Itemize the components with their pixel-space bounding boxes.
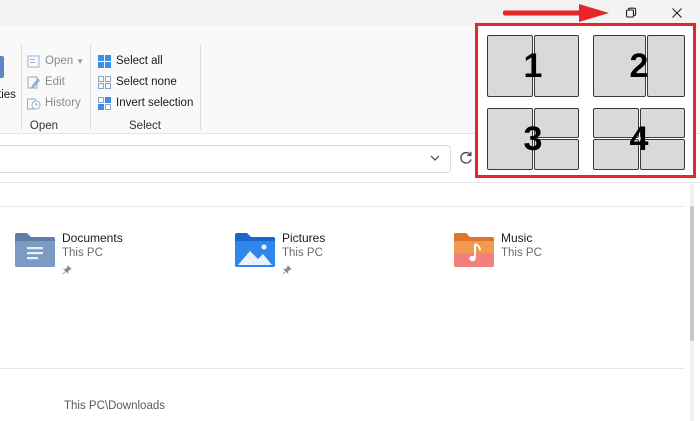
snap-zone[interactable] — [593, 35, 646, 97]
select-group-label: Select — [129, 120, 161, 132]
history-button[interactable]: History — [26, 94, 81, 112]
chevron-down-icon[interactable] — [428, 151, 442, 165]
snap-zone[interactable] — [534, 108, 579, 138]
snap-zone[interactable] — [593, 108, 639, 138]
refresh-icon[interactable] — [457, 149, 475, 167]
snap-layout-1[interactable]: 1 — [487, 35, 579, 97]
snap-zone[interactable] — [487, 35, 533, 97]
snap-zone[interactable] — [487, 108, 533, 170]
select-none-icon — [97, 75, 112, 90]
select-none-label: Select none — [116, 76, 177, 88]
item-name: Music — [501, 231, 533, 245]
documents-folder-icon — [15, 233, 55, 267]
properties-icon-partial — [0, 56, 4, 78]
snap-zone[interactable] — [534, 35, 579, 97]
ribbon-group-properties: ties — [0, 26, 20, 134]
scrollbar-thumb[interactable] — [690, 206, 694, 341]
pictures-folder-icon — [235, 233, 275, 267]
properties-button-label[interactable]: ties — [0, 86, 16, 104]
item-location: This PC — [501, 247, 542, 259]
snap-layout-2[interactable]: 2 — [593, 35, 685, 97]
open-icon — [26, 54, 41, 69]
pin-icon — [282, 265, 292, 275]
ribbon-separator — [90, 44, 91, 130]
close-icon — [672, 8, 682, 18]
history-button-label: History — [45, 97, 81, 109]
snap-layout-4[interactable]: 4 — [593, 108, 685, 170]
chevron-down-icon: ▼ — [76, 56, 85, 66]
invert-selection-label: Invert selection — [116, 97, 194, 109]
item-name: Documents — [62, 231, 123, 245]
music-folder-icon — [454, 233, 494, 267]
annotation-arrow-icon — [503, 4, 609, 22]
snap-zone[interactable] — [640, 108, 685, 138]
section-divider — [0, 368, 684, 369]
snap-layouts-flyout: 1 2 3 4 — [475, 23, 696, 178]
ribbon-group-open: Open ▼ Edit History Open — [22, 26, 90, 134]
ribbon-separator — [200, 44, 201, 130]
select-all-button[interactable]: Select all — [97, 52, 163, 70]
restore-icon — [625, 7, 637, 18]
item-location: This PC — [62, 247, 103, 259]
snap-layout-3[interactable]: 3 — [487, 108, 579, 170]
pin-icon — [62, 265, 72, 275]
content-pane: Documents This PC Pictures This PC Music — [0, 184, 700, 421]
edit-button-label: Edit — [45, 76, 65, 88]
snap-zone[interactable] — [640, 139, 685, 170]
snap-zone[interactable] — [647, 35, 685, 97]
item-location: This PC — [282, 247, 323, 259]
edit-icon — [26, 75, 41, 90]
open-group-label: Open — [29, 120, 59, 132]
invert-selection-button[interactable]: Invert selection — [97, 94, 193, 112]
select-all-label: Select all — [116, 55, 163, 67]
select-none-button[interactable]: Select none — [97, 73, 177, 91]
ribbon-group-select: Select all Select none Invert selection … — [93, 26, 203, 134]
address-input[interactable] — [0, 145, 451, 173]
item-name: Pictures — [282, 231, 326, 245]
history-icon — [26, 96, 41, 111]
open-button-label: Open — [45, 55, 74, 67]
section-divider — [0, 206, 684, 207]
recent-item-path[interactable]: This PC\Downloads — [64, 400, 165, 412]
quick-access-item-pictures[interactable]: Pictures This PC — [234, 231, 384, 275]
quick-access-item-music[interactable]: Music This PC — [453, 231, 603, 275]
snap-zone[interactable] — [593, 139, 639, 170]
snap-zone[interactable] — [534, 139, 579, 170]
edit-button[interactable]: Edit — [26, 73, 65, 91]
open-button[interactable]: Open ▼ — [26, 52, 84, 70]
select-all-icon — [97, 54, 112, 69]
invert-selection-icon — [97, 96, 112, 111]
quick-access-item-documents[interactable]: Documents This PC — [14, 231, 164, 275]
